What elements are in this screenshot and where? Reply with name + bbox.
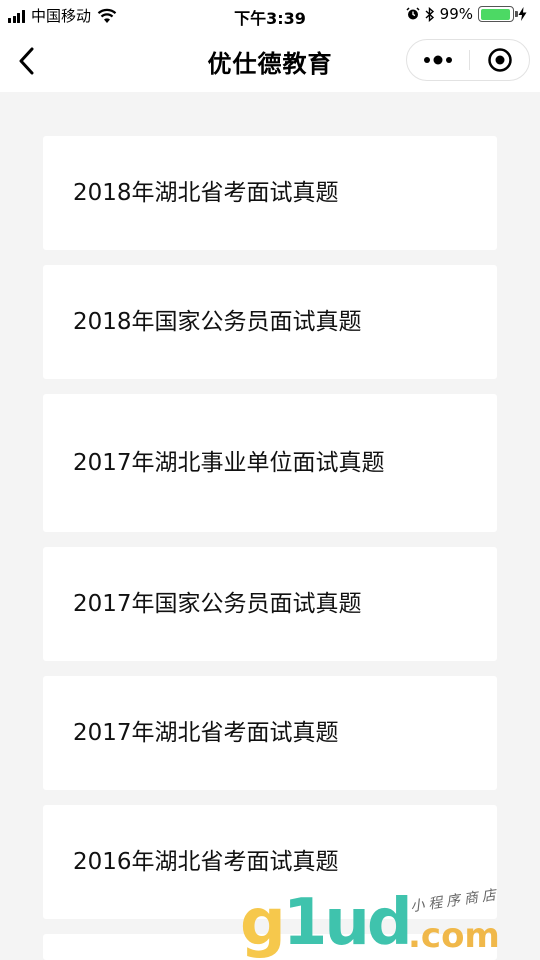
list-item-label: 2017年湖北事业单位面试真题 [73,450,385,476]
close-target-icon [487,48,512,72]
watermark-brand-g: g [240,886,286,960]
watermark-logo: g1ud .com 小程序商店 [240,880,540,960]
more-dots-icon [424,55,452,65]
list-item-label: 2018年国家公务员面试真题 [73,309,362,335]
list-item-label: 2017年国家公务员面试真题 [73,591,362,617]
status-right: 99% [406,5,532,23]
battery-percent: 99% [439,5,473,23]
alarm-icon [406,7,420,20]
more-button[interactable] [407,40,469,80]
list-item[interactable]: 2017年湖北事业单位面试真题 [43,394,497,532]
list-item-label: 2017年湖北省考面试真题 [73,720,339,746]
list-item[interactable]: 2017年国家公务员面试真题 [43,547,497,661]
battery-fill [480,8,511,20]
watermark-brand-rest: 1ud [282,886,413,960]
capsule-menu [406,39,530,81]
status-bar: 中国移动 下午3:39 99% [0,0,540,30]
watermark-dotcom: .com [408,916,500,956]
bluetooth-icon [425,6,434,22]
battery-icon [478,6,518,22]
watermark-tagline: 小程序商店 [409,886,501,916]
watermark-brand: g1ud [240,886,413,960]
close-button[interactable] [470,40,529,80]
list-item[interactable]: 2017年湖北省考面试真题 [43,676,497,790]
list-item-label: 2016年湖北省考面试真题 [73,849,339,875]
list-item[interactable]: 2018年国家公务员面试真题 [43,265,497,379]
nav-bar: 优仕德教育 [0,30,540,92]
list-item[interactable]: 2018年湖北省考面试真题 [43,136,497,250]
list-item-label: 2018年湖北省考面试真题 [73,180,339,206]
charging-icon [518,7,527,21]
